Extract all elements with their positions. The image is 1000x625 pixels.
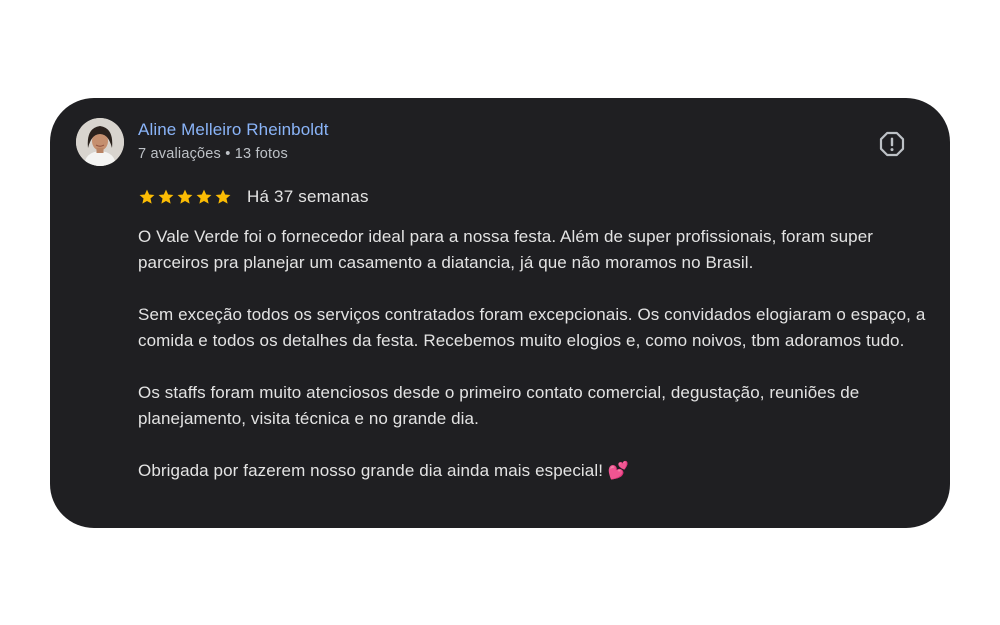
profile-photo xyxy=(76,118,124,166)
star-icon xyxy=(196,189,212,204)
review-time: Há 37 semanas xyxy=(247,187,369,206)
report-button[interactable] xyxy=(878,130,906,158)
star-icon xyxy=(177,189,193,204)
star-icon xyxy=(215,189,231,204)
review-paragraph: Obrigada por fazerem nosso grande dia ai… xyxy=(138,461,630,480)
rating-row: Há 37 semanas xyxy=(138,186,369,208)
review-paragraph: Os staffs foram muito atenciosos desde o… xyxy=(138,383,860,428)
star-icon xyxy=(139,189,155,204)
review-paragraph: Sem exceção todos os serviços contratado… xyxy=(138,305,926,350)
author-stats: 7 avaliações • 13 fotos xyxy=(138,146,288,162)
review-paragraph: O Vale Verde foi o fornecedor ideal para… xyxy=(138,227,874,272)
review-card: Aline Melleiro Rheinboldt 7 avaliações •… xyxy=(50,98,950,528)
author-name[interactable]: Aline Melleiro Rheinboldt xyxy=(138,120,329,140)
star-rating xyxy=(138,188,232,206)
avatar[interactable] xyxy=(76,118,124,166)
star-icon xyxy=(158,189,174,204)
report-icon xyxy=(879,131,905,157)
review-text: O Vale Verde foi o fornecedor ideal para… xyxy=(138,224,938,484)
